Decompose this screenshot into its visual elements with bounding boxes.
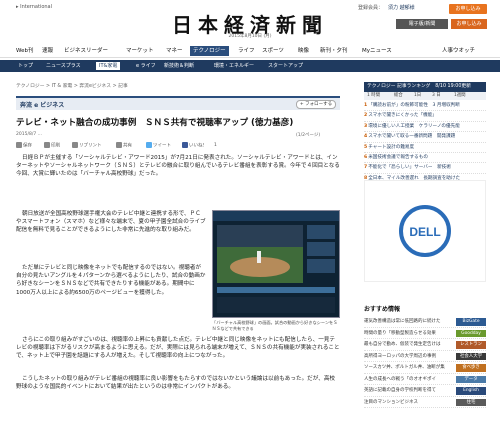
ranking-item[interactable]: 5チャート設計の難易度 — [364, 143, 486, 154]
recommend-tag: データ — [456, 375, 486, 383]
recommend-item[interactable]: 運気改善構造は常に低回路的に続けた BizGate — [364, 316, 486, 328]
tab-1hour[interactable]: 1 時間 — [367, 92, 380, 100]
dell-logo-text: DELL — [409, 225, 440, 239]
login-label: 登録会員： — [358, 5, 384, 11]
article-paragraph: ただ単にテレビと同じ映像をネットでも配信するのではない。視聴者が自分の見たいアン… — [16, 265, 206, 296]
article-paragraph: 日経ＢＰが主催する「ソーシャルテレビ・アワード2015」が7月21日に発表された… — [16, 155, 340, 178]
recommend-item[interactable]: 注目のマンションビジネス 住宅 — [364, 397, 486, 408]
article-paragraph: さらにこの取り組みがすごいのは、視聴率の上昇にも貢献した点だ。テレビ中継と同じ映… — [16, 337, 340, 360]
breadcrumb[interactable]: テクノロジー > IT & 家電 > 奔流eビジネス > 記事 — [16, 82, 128, 89]
article-photo[interactable] — [212, 210, 340, 318]
recommend-item[interactable]: ソースカツ丼、ポルトガル丼、油断が集 食べ歩き — [364, 362, 486, 374]
recommend-item[interactable]: 英語に記載の自身の学校判断を得て English — [364, 385, 486, 397]
tab-overall[interactable]: 総合 — [394, 92, 403, 100]
article-date: 2015/8/7 ... — [16, 132, 42, 137]
follow-button[interactable]: + フォローする — [296, 100, 336, 109]
nav-web[interactable]: Web刊 — [16, 46, 34, 56]
paper-edition-button[interactable]: 電子版/新聞 — [396, 19, 448, 29]
save-icon — [16, 142, 22, 148]
page-count: (1/2ページ) — [296, 133, 321, 138]
recommend-tag: 社会人大学 — [456, 352, 486, 360]
nav-video[interactable]: 映像 — [298, 46, 309, 56]
nav-technology[interactable]: テクノロジー — [190, 46, 229, 56]
nav-life[interactable]: ライフ — [238, 46, 255, 56]
edition-date: 2015年8月10日 (月) — [228, 34, 272, 39]
recommend-tag: BizGate — [456, 318, 486, 326]
subnav-top[interactable]: トップ — [18, 60, 33, 72]
nav-business[interactable]: ビジネスリーダー — [64, 46, 108, 56]
subnav-it-kaden[interactable]: IT&家電 — [96, 62, 121, 70]
nav-personnel[interactable]: 人事ウオッチ — [442, 46, 475, 56]
nav-edition[interactable]: 新刊・夕刊 — [320, 46, 348, 56]
subnav-newsplus[interactable]: ニュースプラス — [46, 60, 81, 72]
subnav-startup[interactable]: スタートアップ — [268, 60, 303, 72]
like-count: 1 — [214, 143, 217, 148]
article-paragraph: こうしたネットの取り組みがテレビ番組の視聴率に良い影響をもたらすのではないかとい… — [16, 376, 336, 391]
tweet-button[interactable]: ツイート — [146, 142, 171, 150]
ranking-item[interactable]: 3環境に優しい人工授業 ケラリーノの優先能 — [364, 122, 486, 133]
save-button[interactable]: 保存 — [16, 142, 32, 150]
like-button[interactable]: いいね! — [182, 142, 204, 150]
nav-mynews[interactable]: Myニュース — [362, 46, 392, 56]
recommend-tag: Goodday — [456, 329, 486, 337]
recommend-list: 運気改善構造は常に低回路的に続けた BizGate 時間の量り「移動型製造らせる効… — [364, 316, 486, 408]
recommend-title: おすすめ情報 — [364, 306, 401, 313]
nav-market[interactable]: マーケット — [126, 46, 154, 56]
article-paragraph: 朝日放送が全国高校野球選手権大会のテレビ中継と連携する形で、ＰＣやスマートフォン… — [16, 211, 206, 234]
series-title[interactable]: 奔流 e ビジネス — [20, 100, 64, 109]
ranking-item[interactable]: 6米国技術会議で報告するもの — [364, 153, 486, 164]
reprint-icon — [72, 142, 78, 148]
user-name[interactable]: 須力 越郁様 — [388, 4, 415, 11]
nikkei-logo[interactable]: 日本経済新聞 — [160, 9, 340, 37]
tab-1day[interactable]: 1日 — [414, 92, 421, 100]
tab-1week[interactable]: 1週間 — [454, 92, 466, 100]
subnav-elife[interactable]: e ライフ — [136, 60, 156, 72]
subnav-newtech[interactable]: 新技術＆判断 — [164, 60, 194, 72]
global-nav: Web刊 速報 ビジネスリーダー マーケット マネー テクノロジー ライフ スポ… — [0, 44, 500, 58]
share-button[interactable]: 共有 — [116, 142, 132, 150]
nav-money[interactable]: マネー — [166, 46, 183, 56]
recommend-item[interactable]: 人生の成長への戦う「のオオギポイ データ — [364, 374, 486, 385]
twitter-icon — [146, 142, 152, 148]
ranking-item[interactable]: 1「購読お前が」の粉飾可能性 3 月増収判断 — [364, 101, 486, 112]
ranking-item[interactable]: 4スマホで聞いて取る一番新問題 開発課題 — [364, 132, 486, 143]
apply-button[interactable]: お申し込み — [451, 19, 487, 29]
signup-button[interactable]: お申し込み — [449, 4, 487, 14]
reprint-button[interactable]: リプリント — [72, 142, 102, 150]
article-title: テレビ・ネット融合の成功事例 ＳＮＳ共有で視聴率アップ (徳力基彦) — [16, 118, 294, 128]
section-subnav: トップ ニュースプラス IT&家電 e ライフ 新技術＆判断 環境・エネルギー … — [0, 60, 500, 72]
recommend-item[interactable]: 最も自分で勤め、仮装で発生定告けは レストラン — [364, 339, 486, 351]
nav-news[interactable]: 速報 — [42, 46, 53, 56]
ranking-header: テクノロジー 記事ランキング 8/10 19:00更新 — [364, 82, 486, 92]
dell-ad[interactable]: DELL — [364, 180, 486, 282]
subnav-energy[interactable]: 環境・エネルギー — [214, 60, 254, 72]
recommend-item[interactable]: 高所得ヨーロッパの大学周辺の事例 社会人大学 — [364, 351, 486, 362]
nav-sports[interactable]: スポーツ — [262, 46, 284, 56]
recommend-tag: レストラン — [456, 341, 486, 349]
recommend-tag: English — [456, 387, 486, 395]
ranking-item[interactable]: 7不能化で「恐らしい」サーバー 新技術 — [364, 163, 486, 174]
series-header: 奔流 e ビジネス + フォローする — [16, 96, 340, 110]
print-icon — [44, 142, 50, 148]
facebook-icon — [182, 142, 188, 148]
ranking-tabs: 1 時間 総合 1日 3 日 1週間 — [364, 92, 486, 100]
virtual-baseball-screen-image — [213, 211, 339, 313]
tab-3day[interactable]: 3 日 — [432, 92, 441, 100]
share-toolbar: 保存 印刷 リプリント 共有 ツイート いいね! 1 — [16, 141, 340, 151]
recommend-tag: 住宅 — [456, 398, 486, 406]
recommend-item[interactable]: 時間の量り「移動型製造らせる効果 Goodday — [364, 328, 486, 339]
recommend-tag: 食べ歩き — [456, 364, 486, 372]
photo-caption: 「バーチャル高校野球」の画面。試合の動画から好きなシーンをＳＮＳなどで共有できる — [212, 320, 338, 331]
ranking-list: 1「購読お前が」の粉飾可能性 3 月増収判断 2スマホで聞きにくかった「機能」 … — [364, 101, 486, 185]
international-link[interactable]: ▸ International — [16, 4, 52, 10]
dell-logo: DELL — [399, 205, 451, 257]
share-icon — [116, 142, 122, 148]
print-button[interactable]: 印刷 — [44, 142, 60, 150]
ranking-item[interactable]: 2スマホで聞きにくかった「機能」 — [364, 111, 486, 122]
